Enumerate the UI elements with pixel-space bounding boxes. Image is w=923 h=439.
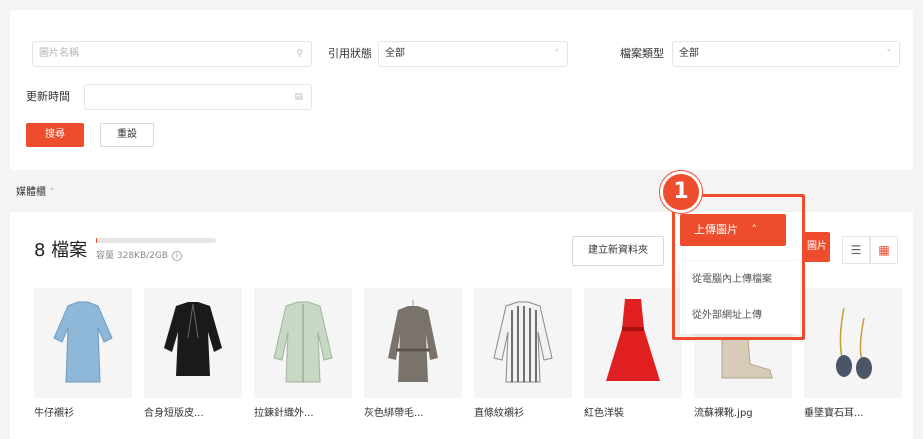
ref-status-value: 全部: [385, 48, 405, 59]
chevron-down-icon: ˅: [50, 188, 55, 198]
media-library-label: 媒體櫃: [16, 187, 46, 198]
thumbnail-image: [254, 288, 352, 398]
image-name-placeholder: 圖片名稱: [39, 48, 79, 59]
file-item[interactable]: 直條紋襯衫: [474, 288, 572, 419]
file-item[interactable]: 灰色綁帶毛...: [364, 288, 462, 419]
file-name: 合身短版皮...: [144, 408, 204, 419]
thumbnail-image: [144, 288, 242, 398]
info-icon[interactable]: i: [172, 251, 183, 261]
file-name: 紅色洋裝: [584, 408, 624, 419]
grid-view-icon[interactable]: ▦: [870, 236, 898, 264]
file-item[interactable]: 牛仔襯衫: [34, 288, 132, 419]
ref-status-select[interactable]: 全部 ˅: [378, 41, 568, 67]
file-item[interactable]: 合身短版皮...: [144, 288, 242, 419]
search-button[interactable]: 搜尋: [26, 123, 84, 147]
file-name: 灰色綁帶毛...: [364, 408, 424, 419]
new-folder-button[interactable]: 建立新資料夾: [572, 236, 664, 266]
thumbnail-image: [584, 288, 682, 398]
calendar-icon: ▤: [294, 92, 303, 102]
list-view-icon[interactable]: ☰: [842, 236, 870, 264]
file-item[interactable]: 垂墜寶石耳...: [804, 288, 902, 419]
media-library-toggle[interactable]: 媒體櫃 ˅: [16, 183, 55, 198]
file-name: 垂墜寶石耳...: [804, 408, 864, 419]
file-name: 拉鍊針織外...: [254, 408, 314, 419]
updated-label: 更新時間: [26, 90, 70, 103]
file-type-select[interactable]: 全部 ˅: [672, 41, 900, 67]
ref-status-label: 引用狀態: [328, 47, 372, 60]
reset-button[interactable]: 重設: [100, 123, 154, 147]
file-item[interactable]: 紅色洋裝: [584, 288, 682, 419]
capacity-bar-fill: [96, 238, 97, 243]
filter-panel: 圖片名稱 ⚲ 引用狀態 全部 ˅ 檔案類型 全部 ˅ 更新時間 ▤ 搜尋 重設: [10, 10, 913, 170]
thumbnail-image: [364, 288, 462, 398]
file-type-value: 全部: [679, 48, 699, 59]
capacity-value: 容量 328KB/2GB: [96, 251, 169, 261]
capacity-text: 容量 328KB/2GB i: [96, 248, 183, 261]
file-type-label: 檔案類型: [620, 47, 664, 60]
files-count-title: 8 檔案: [34, 240, 88, 261]
file-name: 流蘇裸靴.jpg: [694, 408, 753, 419]
capacity-bar: [96, 238, 216, 243]
callout-badge: 1: [660, 171, 702, 213]
file-name: 牛仔襯衫: [34, 408, 74, 419]
date-range-input[interactable]: ▤: [84, 84, 312, 110]
thumbnail-image: [34, 288, 132, 398]
chevron-down-icon: ˅: [886, 49, 892, 59]
file-name: 直條紋襯衫: [474, 408, 524, 419]
upload-image-button-partial[interactable]: 圖片: [804, 232, 830, 262]
file-item[interactable]: 拉鍊針織外...: [254, 288, 352, 419]
image-name-input[interactable]: 圖片名稱 ⚲: [32, 41, 312, 67]
chevron-down-icon: ˅: [554, 49, 560, 59]
thumbnail-image: [474, 288, 572, 398]
thumbnail-image: [804, 288, 902, 398]
callout-highlight-box: [672, 194, 805, 340]
search-icon: ⚲: [296, 49, 303, 59]
